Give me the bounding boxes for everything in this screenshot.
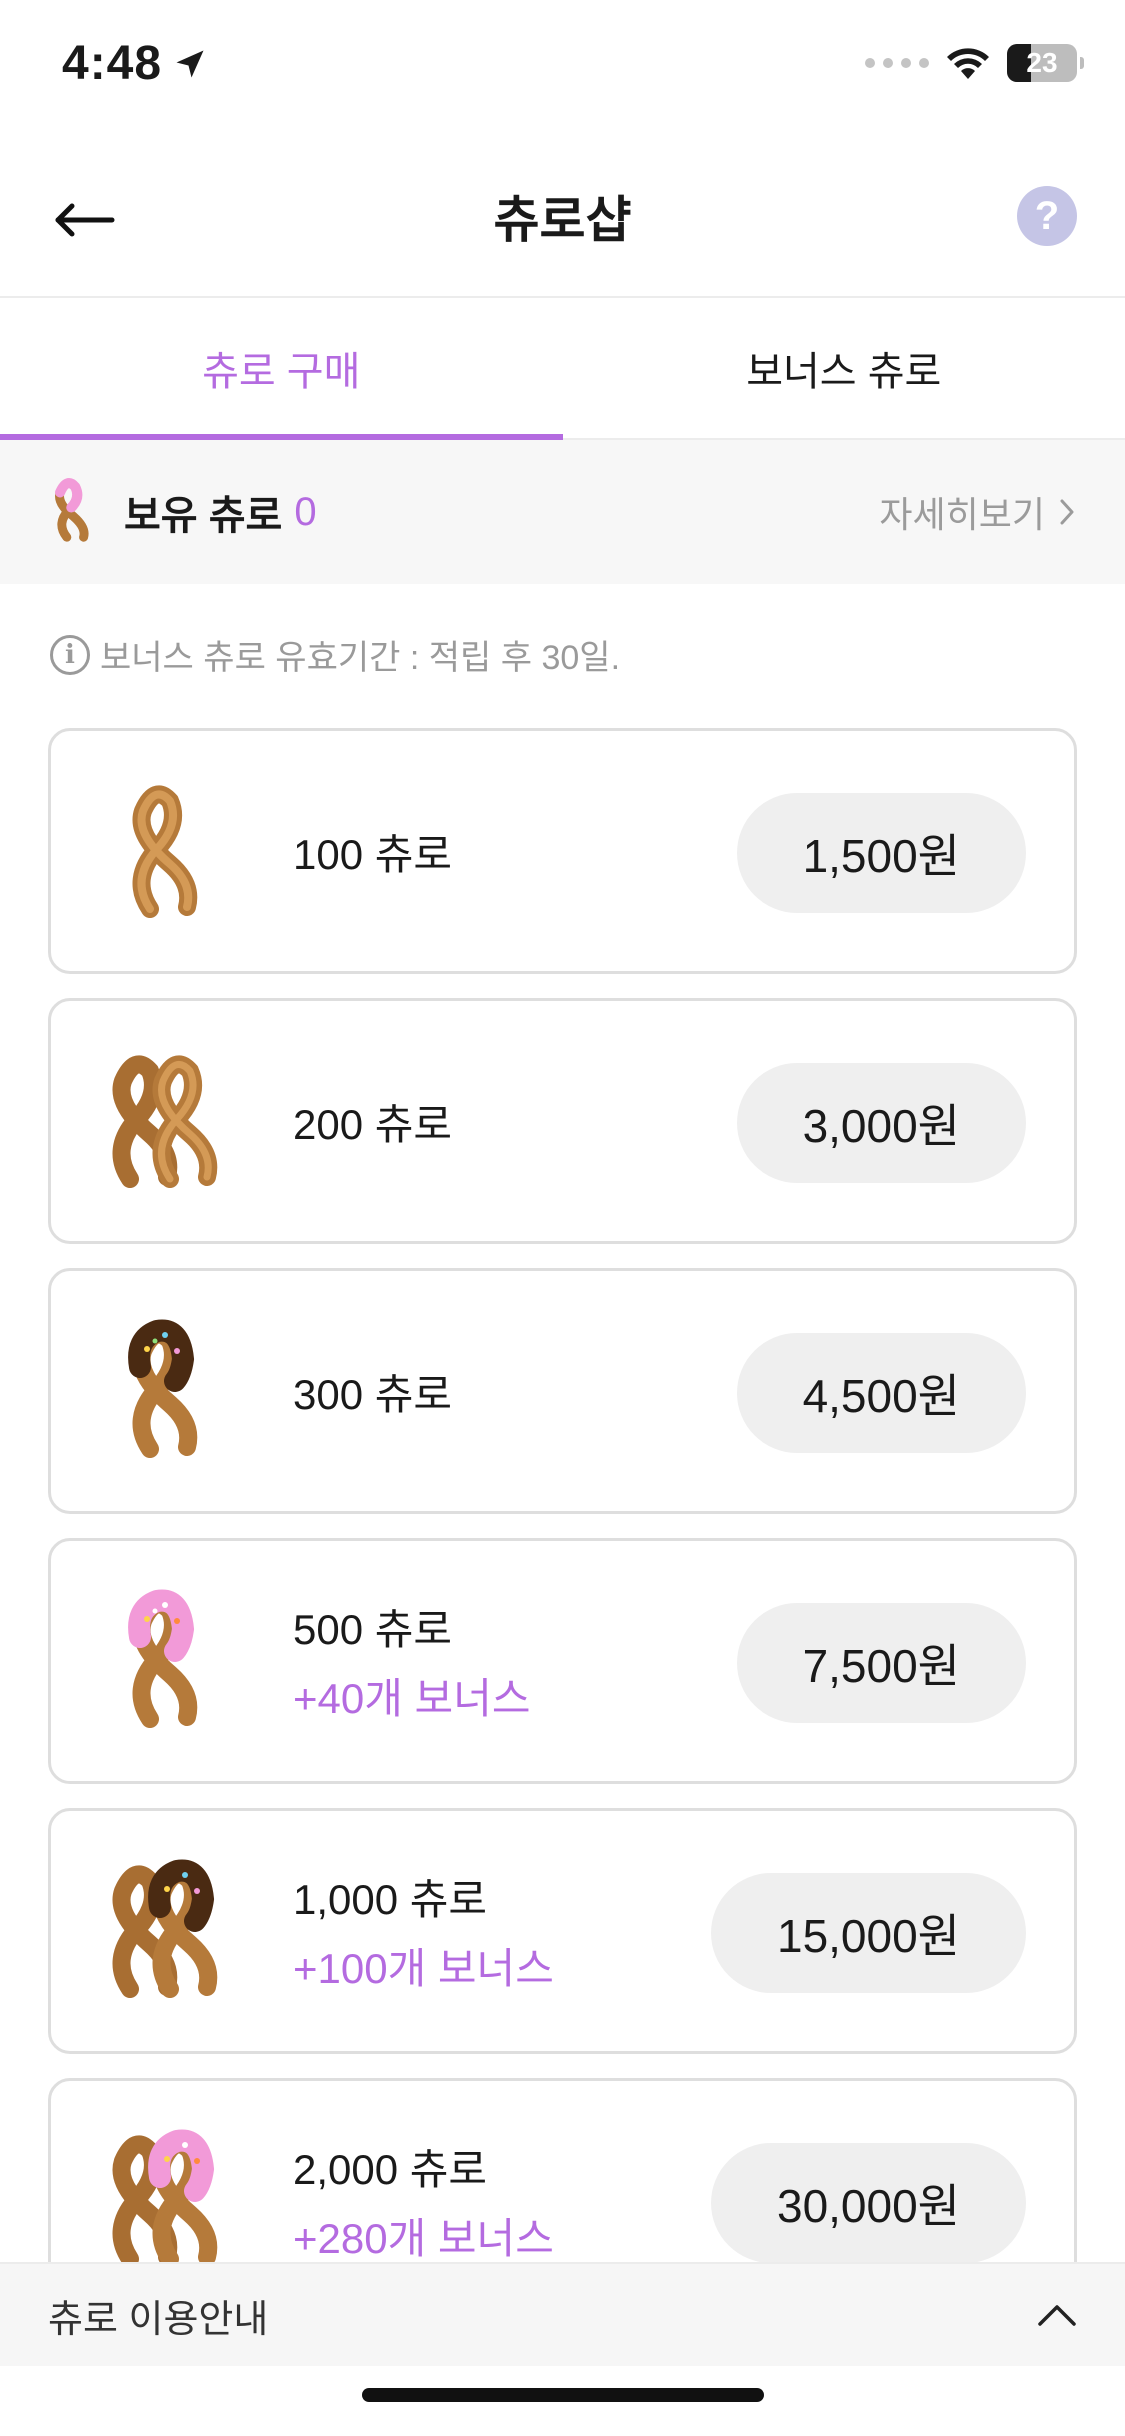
expiry-notice: i 보너스 츄로 유효기간 : 적립 후 30일. xyxy=(50,630,620,679)
home-indicator[interactable] xyxy=(362,2388,764,2402)
product-name: 300 츄로 xyxy=(293,1370,453,1418)
product-card[interactable]: 1,000 츄로 +100개 보너스 15,000원 xyxy=(48,1808,1077,2054)
churro-double-chocolate-icon xyxy=(112,1859,218,1998)
tab-bonus-label: 보너스 츄로 xyxy=(746,350,942,394)
info-icon: i xyxy=(50,634,90,675)
product-card[interactable]: 200 츄로 3,000원 xyxy=(48,998,1077,1244)
location-arrow-icon xyxy=(176,50,204,77)
details-link[interactable]: 자세히보기 xyxy=(879,486,1075,538)
product-card[interactable]: 500 츄로 +40개 보너스 7,500원 xyxy=(48,1538,1077,1784)
wifi-icon xyxy=(947,48,989,79)
product-name: 200 츄로 xyxy=(293,1100,453,1148)
product-info: 500 츄로 +40개 보너스 xyxy=(293,1541,530,1781)
product-name: 100 츄로 xyxy=(293,830,453,878)
usage-guide-label: 츄로 이용안내 xyxy=(48,2298,269,2341)
product-info: 200 츄로 xyxy=(293,1001,452,1241)
help-button[interactable]: ? xyxy=(1017,186,1077,246)
page-title: 츄로샵 xyxy=(493,192,632,248)
churro-plain-icon xyxy=(132,785,198,918)
chevron-up-icon xyxy=(1038,2305,1076,2326)
status-time: 4:48 xyxy=(62,36,208,91)
status-icons: 23 xyxy=(865,44,1084,82)
product-name: 1,000 츄로 xyxy=(293,1876,488,1923)
churro-pink-icon xyxy=(55,478,89,542)
product-info: 100 츄로 xyxy=(293,731,452,971)
home-indicator-area xyxy=(0,2366,1125,2436)
question-mark-icon: ? xyxy=(1034,193,1060,238)
battery-level: 23 xyxy=(1026,47,1058,78)
price-button[interactable]: 1,500원 xyxy=(736,793,1026,913)
balance-label: 보유 츄로 xyxy=(124,494,283,538)
app-header: 츄로샵 ? xyxy=(0,140,1125,298)
tab-purchase-label: 츄로 구매 xyxy=(202,350,361,394)
expiry-notice-text: 보너스 츄로 유효기간 : 적립 후 30일. xyxy=(100,639,621,677)
product-card[interactable]: 100 츄로 1,500원 xyxy=(48,728,1077,974)
churro-double-plain-icon xyxy=(112,1055,218,1188)
tab-bar: 츄로 구매 보너스 츄로 xyxy=(0,298,1125,440)
churro-pink-icon xyxy=(128,1589,198,1728)
product-bonus: +280개 보너스 xyxy=(293,2215,554,2262)
balance-bar: 보유 츄로 0 자세히보기 xyxy=(0,440,1125,584)
product-name: 2,000 츄로 xyxy=(293,2146,488,2193)
product-list: 100 츄로 1,500원 200 츄로 3,000원 300 츄로 4,500… xyxy=(48,728,1077,2348)
clock-text: 4:48 xyxy=(62,37,163,90)
product-bonus: +100개 보너스 xyxy=(293,1945,554,1992)
product-card[interactable]: 300 츄로 4,500원 xyxy=(48,1268,1077,1514)
battery-icon: 23 xyxy=(1007,44,1084,82)
price-button[interactable]: 7,500원 xyxy=(736,1603,1026,1723)
price-button[interactable]: 3,000원 xyxy=(736,1063,1026,1183)
balance-count: 0 xyxy=(294,489,317,534)
usage-guide-toggle[interactable]: 츄로 이용안내 xyxy=(0,2262,1125,2366)
product-bonus: +40개 보너스 xyxy=(293,1675,531,1722)
cellular-signal-icon xyxy=(865,58,929,68)
product-info: 300 츄로 xyxy=(293,1271,452,1511)
chevron-right-icon xyxy=(1060,499,1074,525)
price-button[interactable]: 30,000원 xyxy=(710,2143,1026,2263)
churro-double-pink-icon xyxy=(112,2129,218,2268)
product-name: 500 츄로 xyxy=(293,1606,453,1653)
tab-purchase[interactable]: 츄로 구매 xyxy=(0,298,563,440)
churro-chocolate-icon xyxy=(128,1319,198,1458)
price-button[interactable]: 15,000원 xyxy=(710,1873,1026,1993)
price-button[interactable]: 4,500원 xyxy=(736,1333,1026,1453)
tab-bonus[interactable]: 보너스 츄로 xyxy=(563,298,1125,438)
product-info: 1,000 츄로 +100개 보너스 xyxy=(293,1811,554,2051)
details-link-label: 자세히보기 xyxy=(879,494,1045,535)
status-bar: 4:48 23 xyxy=(0,0,1125,140)
